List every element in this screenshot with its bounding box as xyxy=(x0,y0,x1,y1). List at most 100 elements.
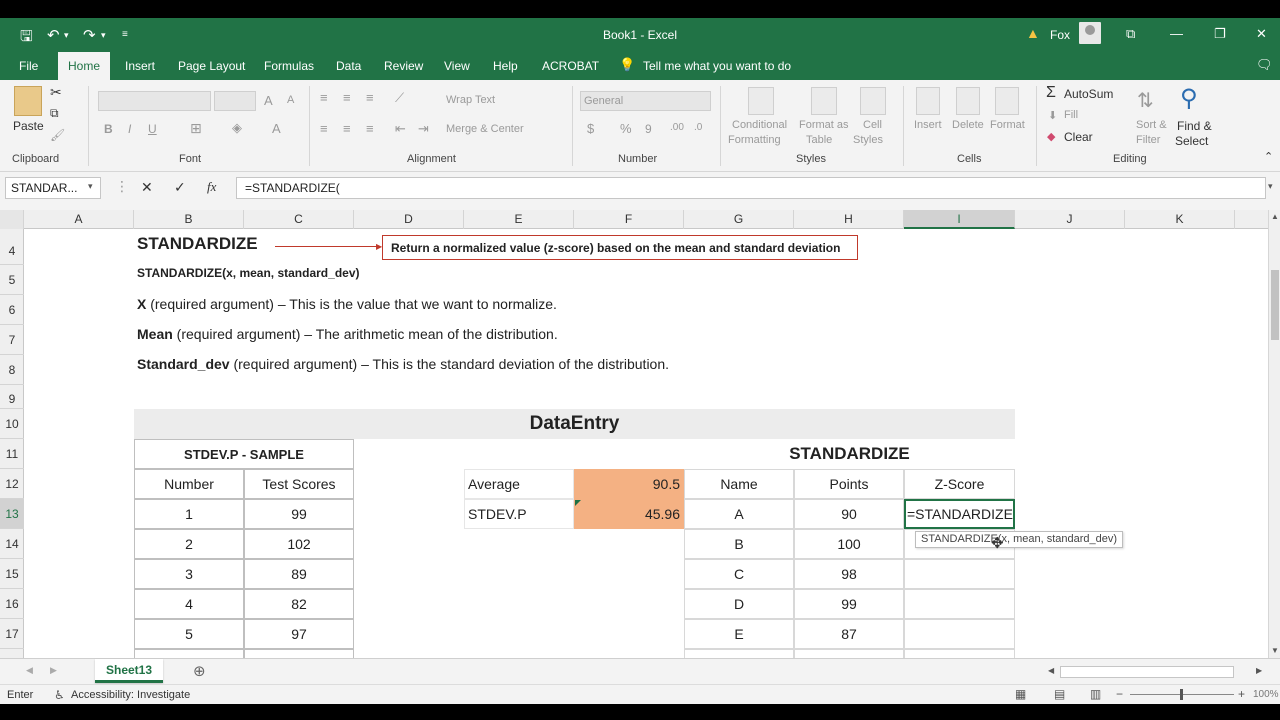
comma-icon[interactable]: 9 xyxy=(645,122,652,136)
name-box-dropdown-icon[interactable]: ▾ xyxy=(88,181,93,192)
column-header[interactable]: H xyxy=(794,210,904,229)
column-header[interactable]: B xyxy=(134,210,244,229)
clear-button[interactable]: Clear xyxy=(1064,130,1093,144)
hscroll-left-icon[interactable]: ◀ xyxy=(1048,666,1054,675)
error-indicator-icon[interactable] xyxy=(575,500,581,506)
expand-formula-icon[interactable]: ▾ xyxy=(1268,181,1273,192)
scroll-down-icon[interactable]: ▼ xyxy=(1271,646,1279,655)
row-header[interactable]: 5 xyxy=(0,265,24,295)
cell-styles-label-2[interactable]: Styles xyxy=(853,134,883,146)
select-all-corner[interactable] xyxy=(0,210,24,229)
wrap-text-button[interactable]: Wrap Text xyxy=(446,94,495,106)
page-break-view-icon[interactable]: ▥ xyxy=(1090,687,1101,701)
normal-view-icon[interactable]: ▦ xyxy=(1015,687,1026,701)
close-icon[interactable]: ✕ xyxy=(1256,26,1267,42)
font-color-icon[interactable]: A xyxy=(272,121,281,136)
increase-font-icon[interactable]: A xyxy=(264,93,273,108)
table-cell[interactable]: 100 xyxy=(794,529,904,559)
accessibility-status[interactable]: Accessibility: Investigate xyxy=(71,689,190,701)
font-name-select[interactable] xyxy=(98,91,211,111)
decrease-font-icon[interactable]: A xyxy=(287,94,294,106)
percent-icon[interactable]: % xyxy=(620,121,632,136)
table-cell[interactable]: 2 xyxy=(134,529,244,559)
table-cell[interactable]: 99 xyxy=(794,589,904,619)
insert-function-icon[interactable]: fx xyxy=(207,179,216,195)
row-header[interactable]: 8 xyxy=(0,355,24,385)
format-cells-icon[interactable] xyxy=(995,87,1019,115)
tab-insert[interactable]: Insert xyxy=(125,59,155,73)
format-as-table-icon[interactable] xyxy=(811,87,837,115)
table-cell[interactable]: 98 xyxy=(794,559,904,589)
fill-button[interactable]: Fill xyxy=(1064,109,1078,121)
cancel-icon[interactable]: ✕ xyxy=(141,179,153,196)
table-cell[interactable] xyxy=(904,559,1015,589)
format-painter-icon[interactable]: 🖌 xyxy=(50,128,65,142)
currency-icon[interactable]: $ xyxy=(587,121,594,136)
table-cell[interactable]: E xyxy=(684,619,794,649)
enter-icon[interactable]: ✓ xyxy=(174,179,186,196)
row-header[interactable]: 12 xyxy=(0,469,24,499)
bold-icon[interactable]: B xyxy=(104,122,113,136)
tab-review[interactable]: Review xyxy=(384,59,423,73)
cut-icon[interactable]: ✂ xyxy=(50,84,62,101)
copy-icon[interactable]: ⧉ xyxy=(50,106,59,121)
increase-decimal-icon[interactable]: .00 xyxy=(670,122,684,133)
user-name[interactable]: Fox xyxy=(1050,28,1070,42)
restore-icon[interactable]: ❐ xyxy=(1214,26,1226,42)
column-header[interactable]: K xyxy=(1125,210,1235,229)
table-cell[interactable]: 97 xyxy=(244,619,354,649)
column-header[interactable]: E xyxy=(464,210,574,229)
column-header[interactable]: D xyxy=(354,210,464,229)
align-left-icon[interactable]: ≡ xyxy=(320,121,328,136)
row-header[interactable]: 17 xyxy=(0,619,24,649)
table-cell[interactable] xyxy=(794,649,904,658)
insert-cells-button[interactable]: Insert xyxy=(914,119,942,131)
minimize-icon[interactable]: — xyxy=(1170,26,1183,41)
tab-view[interactable]: View xyxy=(444,59,470,73)
cell-styles-icon[interactable] xyxy=(860,87,886,115)
hscroll-thumb[interactable] xyxy=(1060,666,1234,678)
table-cell[interactable]: B xyxy=(684,529,794,559)
zoom-out-icon[interactable]: − xyxy=(1116,687,1123,701)
align-center-icon[interactable]: ≡ xyxy=(343,121,351,136)
underline-icon[interactable]: U xyxy=(148,122,157,136)
find-select-icon[interactable]: ⚲ xyxy=(1180,84,1198,113)
table-cell[interactable]: 82 xyxy=(244,589,354,619)
table-cell[interactable]: C xyxy=(684,559,794,589)
column-header[interactable]: A xyxy=(24,210,134,229)
tab-page-layout[interactable]: Page Layout xyxy=(178,59,245,73)
table-cell[interactable] xyxy=(904,619,1015,649)
table-cell[interactable] xyxy=(684,649,794,658)
row-header[interactable]: 7 xyxy=(0,325,24,355)
tab-data[interactable]: Data xyxy=(336,59,361,73)
align-top-icon[interactable]: ≡ xyxy=(320,90,328,105)
stat-value-average[interactable]: 90.5 xyxy=(574,469,684,499)
align-bottom-icon[interactable]: ≡ xyxy=(366,90,374,105)
number-format-select[interactable]: General xyxy=(580,91,711,111)
font-size-select[interactable] xyxy=(214,91,256,111)
comments-icon[interactable]: 🗨 xyxy=(1256,57,1273,73)
row-header[interactable]: 14 xyxy=(0,529,24,559)
table-cell[interactable]: 5 xyxy=(134,619,244,649)
orientation-icon[interactable]: ⟋ xyxy=(395,90,404,106)
sort-filter-icon[interactable]: ⇅ xyxy=(1137,88,1154,113)
row-header[interactable]: 11 xyxy=(0,439,24,469)
conditional-formatting-icon[interactable] xyxy=(748,87,774,115)
add-sheet-icon[interactable]: ⊕ xyxy=(193,662,206,680)
zoom-in-icon[interactable]: + xyxy=(1238,687,1245,701)
increase-indent-icon[interactable]: ⇥ xyxy=(418,121,429,137)
autosum-icon[interactable]: Σ xyxy=(1046,84,1056,102)
scroll-thumb[interactable] xyxy=(1271,270,1279,340)
column-header[interactable]: J xyxy=(1015,210,1125,229)
align-middle-icon[interactable]: ≡ xyxy=(343,90,351,105)
table-cell[interactable] xyxy=(134,649,244,658)
format-as-table-label-2[interactable]: Table xyxy=(806,134,832,146)
align-right-icon[interactable]: ≡ xyxy=(366,121,374,136)
conditional-formatting-label-1[interactable]: Conditional xyxy=(732,119,787,131)
decrease-decimal-icon[interactable]: .0 xyxy=(694,122,702,133)
eraser-icon[interactable]: ◆ xyxy=(1047,130,1055,143)
active-cell-zscore[interactable]: =STANDARDIZE( xyxy=(904,499,1015,529)
fill-color-icon[interactable]: ◈ xyxy=(232,120,242,136)
row-header[interactable]: 4 xyxy=(0,229,24,265)
column-header-selected[interactable]: I xyxy=(904,210,1015,229)
